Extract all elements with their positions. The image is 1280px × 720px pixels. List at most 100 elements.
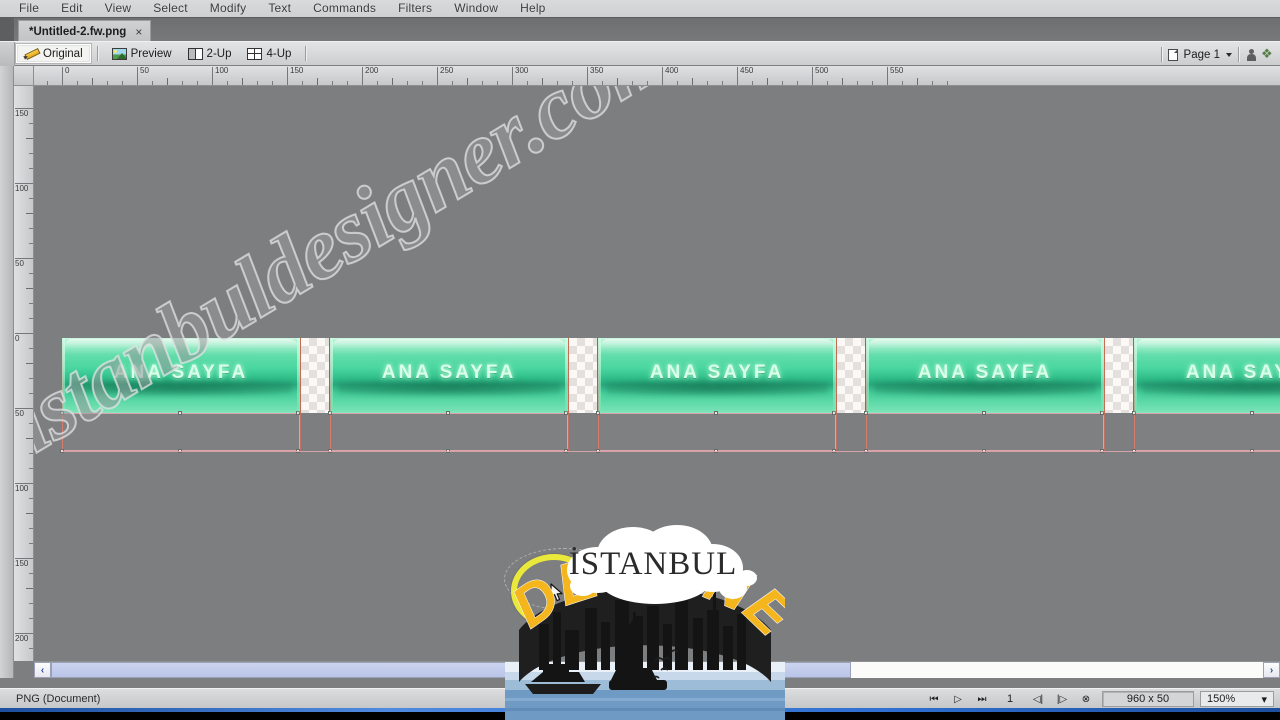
horizontal-scrollbar[interactable]: ‹ › xyxy=(34,661,1280,678)
selection-handle[interactable] xyxy=(832,449,836,453)
ruler-tick-minor xyxy=(182,81,183,85)
transparency-gap xyxy=(836,338,866,413)
selection-handle[interactable] xyxy=(596,449,600,453)
toolbar-separator-2 xyxy=(305,46,307,61)
selection-handle[interactable] xyxy=(564,449,568,453)
ruler-tick-minor xyxy=(602,81,603,85)
ruler-tick-minor xyxy=(29,648,33,649)
leaf-icon[interactable] xyxy=(1261,46,1274,62)
menu-item-file[interactable]: File xyxy=(8,0,50,17)
ruler-tick-minor xyxy=(647,81,648,85)
ruler-label: 250 xyxy=(440,66,454,75)
selection-handle[interactable] xyxy=(982,449,986,453)
pencil-icon xyxy=(24,47,39,60)
ruler-tick-minor xyxy=(332,81,333,85)
scrollbar-thumb[interactable] xyxy=(51,662,851,678)
ruler-tick-minor xyxy=(29,618,33,619)
selection-handle[interactable] xyxy=(1250,449,1254,453)
selection-handle[interactable] xyxy=(446,449,450,453)
document-tab[interactable]: *Untitled-2.fw.png × xyxy=(18,20,152,42)
ruler-tick-minor xyxy=(797,81,798,85)
menu-item-window[interactable]: Window xyxy=(443,0,509,17)
chevron-down-icon[interactable] xyxy=(1226,52,1232,57)
tab-preview[interactable]: Preview xyxy=(104,44,180,63)
ruler-tick-minor xyxy=(107,81,108,85)
watermark-text: istanbuldesigner.com xyxy=(34,86,689,472)
nav-button[interactable]: ANA SAYFA xyxy=(330,338,568,413)
zoom-level-selector[interactable]: 150% ▾ xyxy=(1200,691,1274,707)
page-selector[interactable]: Page 1 xyxy=(1167,48,1220,61)
object-bounding-box xyxy=(330,413,568,451)
ruler-tick-minor xyxy=(26,288,33,289)
chevron-down-icon[interactable]: ▾ xyxy=(1261,693,1267,706)
horizontal-ruler[interactable]: 0 50 100 150 200 250 300 350 400 450 500 550 xyxy=(34,66,1280,86)
menu-item-edit[interactable]: Edit xyxy=(50,0,93,17)
ruler-tick-minor xyxy=(827,81,828,85)
menu-item-select[interactable]: Select xyxy=(142,0,199,17)
ruler-origin-corner[interactable] xyxy=(14,66,34,86)
selection-handle[interactable] xyxy=(296,449,300,453)
tab-preview-label: Preview xyxy=(130,47,172,60)
user-icon[interactable] xyxy=(1245,48,1258,62)
menu-item-commands[interactable]: Commands xyxy=(302,0,387,17)
ruler-tick-minor xyxy=(26,438,33,439)
ruler-label: 200 xyxy=(15,634,29,643)
tab-2up[interactable]: 2-Up xyxy=(180,44,240,63)
vertical-ruler[interactable]: 150 100 50 0 50 100 150 200 xyxy=(14,86,34,661)
ruler-label: 0 xyxy=(65,66,70,75)
status-bar: PNG (Document) ⏮ ▷ ⏭ 1 ◁| |▷ ⊗ 960 x 50 … xyxy=(0,688,1280,708)
selection-handle[interactable] xyxy=(714,449,718,453)
tab-4up[interactable]: 4-Up xyxy=(239,44,299,63)
tab-original[interactable]: Original xyxy=(16,44,91,63)
play-button[interactable]: ▷ xyxy=(946,690,970,708)
ruler-tick-minor xyxy=(26,588,33,589)
nav-button[interactable]: ANA SAYFA xyxy=(1134,338,1280,413)
panel-toggle-icons xyxy=(1245,46,1274,62)
selection-handle[interactable] xyxy=(864,449,868,453)
menu-item-filters[interactable]: Filters xyxy=(387,0,443,17)
nav-button[interactable]: ANA SAYFA xyxy=(866,338,1104,413)
nav-button[interactable]: ANA SAYFA xyxy=(598,338,836,413)
menu-bar: File Edit View Select Modify Text Comman… xyxy=(0,0,1280,17)
first-frame-button[interactable]: ⏮ xyxy=(922,690,946,708)
object-bounding-box xyxy=(866,413,1104,451)
menu-item-help[interactable]: Help xyxy=(509,0,556,17)
transparency-gap xyxy=(300,338,330,413)
ruler-tick-minor xyxy=(29,348,33,349)
selection-handle[interactable] xyxy=(178,449,182,453)
ruler-tick-minor xyxy=(29,378,33,379)
ruler-tick-minor xyxy=(347,81,348,85)
next-frame-button[interactable]: |▷ xyxy=(1050,690,1074,708)
selection-handle[interactable] xyxy=(1100,449,1104,453)
ruler-tick-minor xyxy=(29,153,33,154)
menu-item-modify[interactable]: Modify xyxy=(199,0,258,17)
scroll-left-arrow-icon[interactable]: ‹ xyxy=(34,662,51,678)
ruler-tick-minor xyxy=(47,81,48,85)
previous-frame-button[interactable]: ◁| xyxy=(1026,690,1050,708)
document-tab-label: *Untitled-2.fw.png xyxy=(29,25,127,38)
stop-button[interactable]: ⊗ xyxy=(1074,690,1098,708)
ruler-tick-minor xyxy=(767,78,768,85)
two-up-icon xyxy=(187,47,203,60)
ruler-tick-minor xyxy=(29,273,33,274)
menu-item-text[interactable]: Text xyxy=(257,0,302,17)
menu-item-view[interactable]: View xyxy=(94,0,143,17)
selection-handle[interactable] xyxy=(328,449,332,453)
selection-handle[interactable] xyxy=(60,449,64,453)
close-icon[interactable]: × xyxy=(135,26,142,38)
ruler-label: 50 xyxy=(15,409,24,418)
design-canvas[interactable]: istanbuldesigner.com ANA SAYFA ANA SAYFA A… xyxy=(34,86,1280,661)
ruler-tick-minor xyxy=(932,81,933,85)
nav-button[interactable]: ANA SAYFA xyxy=(62,338,300,413)
ruler-tick-minor xyxy=(152,81,153,85)
ruler-tick-minor xyxy=(467,78,468,85)
mouse-pointer-icon xyxy=(550,583,564,608)
last-frame-button[interactable]: ⏭ xyxy=(970,690,994,708)
ruler-tick-minor xyxy=(29,168,33,169)
selection-handle[interactable] xyxy=(1132,449,1136,453)
scrollbar-track[interactable] xyxy=(51,662,1263,678)
ruler-tick-minor xyxy=(29,423,33,424)
current-frame-number[interactable]: 1 xyxy=(994,691,1026,707)
ruler-tick-minor xyxy=(452,81,453,85)
scroll-right-arrow-icon[interactable]: › xyxy=(1263,662,1280,678)
